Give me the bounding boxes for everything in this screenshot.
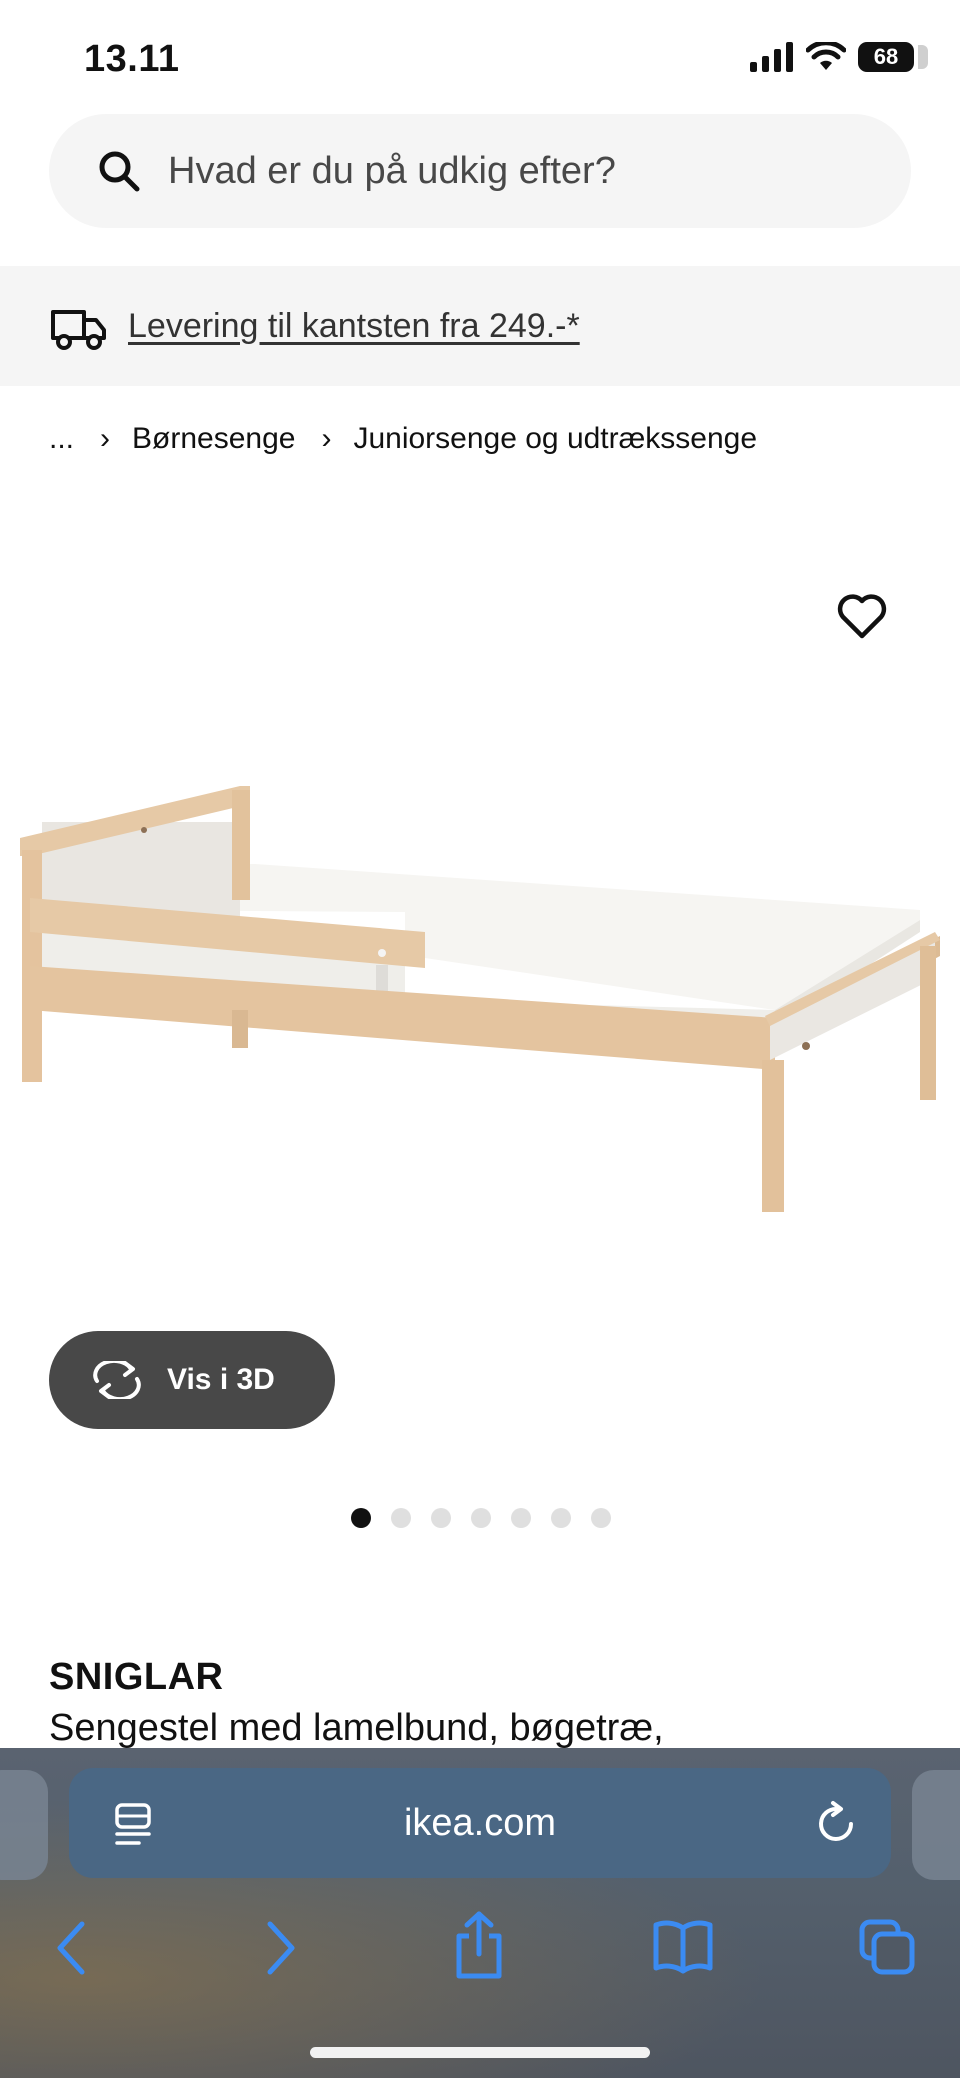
carousel-dot[interactable] <box>391 1508 411 1528</box>
image-carousel-dots <box>351 1508 611 1528</box>
chevron-right-icon: › <box>321 422 332 455</box>
carousel-dot[interactable] <box>551 1508 571 1528</box>
url-text: ikea.com <box>403 1802 557 1844</box>
carousel-dot[interactable] <box>431 1508 451 1528</box>
browser-bottom-bar: ikea.com <box>0 1748 960 2078</box>
product-description: Sengestel med lamelbund, bøgetræ, <box>49 1707 664 1749</box>
battery-level: 68 <box>873 44 899 69</box>
signal-icon <box>750 42 793 72</box>
search-input[interactable]: Hvad er du på udkig efter? <box>49 114 911 228</box>
product-name: SNIGLAR <box>49 1656 224 1698</box>
chevron-right-icon: › <box>100 422 111 455</box>
previous-tab-preview[interactable] <box>0 1770 48 1880</box>
carousel-dot[interactable] <box>471 1508 491 1528</box>
rotate-3d-icon <box>93 1361 141 1399</box>
heart-icon[interactable] <box>836 592 888 640</box>
breadcrumb-item-boernesenge[interactable]: Børnesenge <box>132 422 295 456</box>
status-bar: 13.11 68 <box>0 0 960 116</box>
view-3d-label: Vis i 3D <box>167 1363 275 1396</box>
bookmarks-icon[interactable] <box>652 1918 714 1974</box>
search-icon <box>99 151 140 192</box>
next-tab-preview[interactable] <box>912 1770 960 1880</box>
breadcrumb: ... › Børnesenge › Juniorsenge og udtræk… <box>49 414 757 464</box>
carousel-dot[interactable] <box>511 1508 531 1528</box>
browser-toolbar <box>0 1911 960 1998</box>
battery-indicator: 68 <box>858 42 928 72</box>
reload-icon[interactable] <box>815 1800 859 1846</box>
address-bar[interactable]: ikea.com <box>69 1768 891 1878</box>
home-indicator[interactable] <box>310 2047 650 2058</box>
delivery-banner: Levering til kantsten fra 249.-* <box>0 266 960 386</box>
share-icon[interactable] <box>452 1910 506 1982</box>
carousel-dot[interactable] <box>351 1508 371 1528</box>
product-image[interactable] <box>0 760 960 1230</box>
view-3d-button[interactable]: Vis i 3D <box>49 1331 335 1429</box>
tabs-icon[interactable] <box>858 1918 916 1976</box>
delivery-link[interactable]: Levering til kantsten fra 249.-* <box>128 266 580 386</box>
status-icons: 68 <box>750 42 928 72</box>
breadcrumb-item-juniorsenge[interactable]: Juniorsenge og udtrækssenge <box>353 422 757 456</box>
breadcrumb-ellipsis[interactable]: ... <box>49 422 74 456</box>
back-icon[interactable] <box>54 1918 90 1978</box>
forward-icon[interactable] <box>262 1918 298 1978</box>
status-time: 13.11 <box>84 38 180 80</box>
wifi-icon <box>806 42 846 70</box>
truck-icon <box>51 310 106 350</box>
search-placeholder: Hvad er du på udkig efter? <box>168 150 616 192</box>
carousel-dot[interactable] <box>591 1508 611 1528</box>
